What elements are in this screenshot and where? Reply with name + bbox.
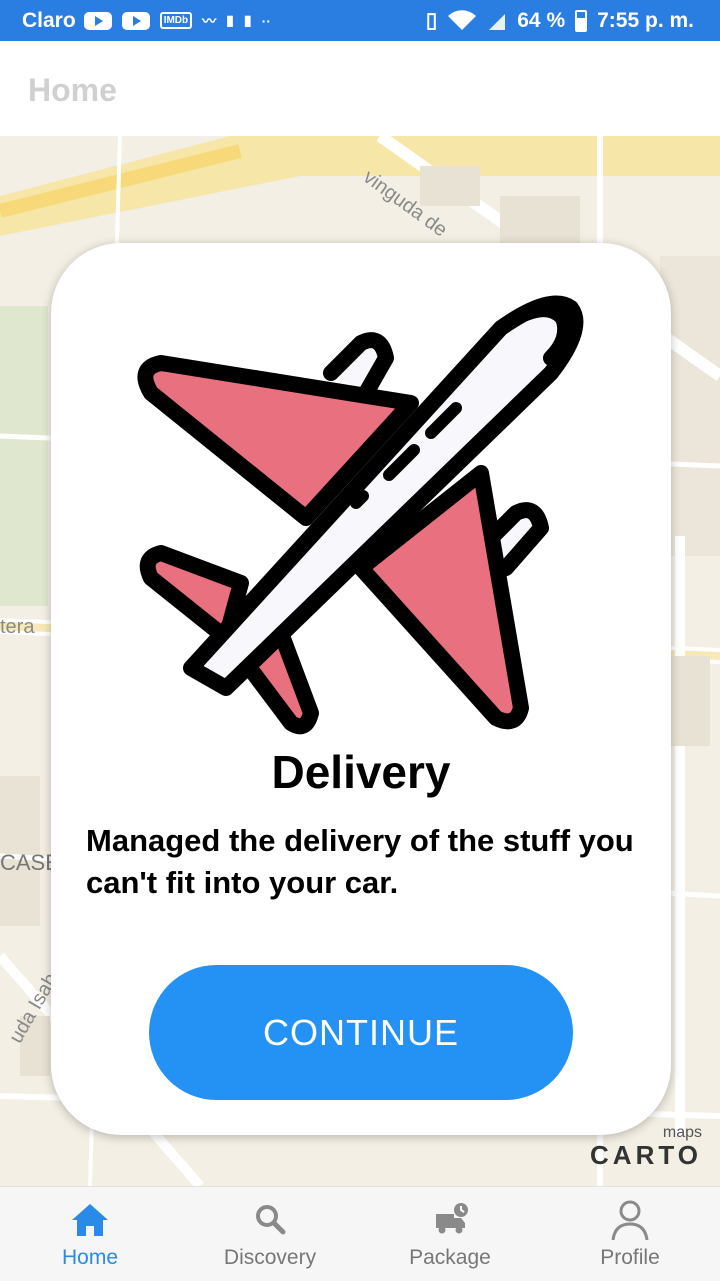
continue-button[interactable]: CONTINUE <box>149 965 573 1100</box>
nav-label-discovery: Discovery <box>223 1246 317 1269</box>
onboarding-card: Delivery Managed the delivery of the stu… <box>51 243 671 1135</box>
nav-item-profile[interactable]: Profile <box>540 1187 720 1281</box>
more-notifications-icon: ·· <box>261 12 271 29</box>
map-street-label: tera <box>0 616 35 638</box>
nba-icon: ▮ <box>243 12 252 28</box>
nav-label-home: Home <box>61 1246 119 1269</box>
nav-item-home[interactable]: Home <box>0 1187 180 1281</box>
youtube-icon <box>83 11 112 30</box>
imdb-icon: IMDb <box>159 12 193 29</box>
clock: 7:55 p. m. <box>597 8 694 32</box>
status-bar: Claro IMDb 〰 ▮ ▮ ·· ▯ 64 % 7:55 p. m. <box>0 0 720 41</box>
app-header: Home <box>0 41 720 136</box>
signal-icon <box>489 13 506 30</box>
nba-icon: ▮ <box>226 12 234 28</box>
notification-icons: IMDb 〰 ▮ ▮ ·· <box>83 11 271 31</box>
card-title: Delivery <box>271 746 451 798</box>
nav-label-package: Package <box>409 1246 491 1269</box>
airplane-icon <box>137 295 584 735</box>
nav-label-profile: Profile <box>600 1246 660 1269</box>
youtube-icon <box>121 11 150 30</box>
page-title: Home <box>28 72 117 108</box>
wifi-icon <box>448 9 477 30</box>
card-description: Managed the delivery of the stuff you ca… <box>86 823 634 900</box>
nav-item-discovery[interactable]: Discovery <box>180 1187 360 1281</box>
battery-percentage: 64 % <box>517 8 566 32</box>
nav-item-package[interactable]: Package <box>360 1187 540 1281</box>
battery-icon <box>575 9 588 32</box>
truck-icon <box>436 1203 468 1234</box>
carrier-name: Claro <box>22 8 76 32</box>
home-icon <box>72 1204 108 1236</box>
activity-icon: 〰 <box>202 12 217 29</box>
bottom-navigation: Home Discovery Package Profile <box>0 1186 720 1281</box>
carto-logo: CARTO <box>590 1140 702 1170</box>
vibrate-icon: ▯ <box>425 9 438 32</box>
person-icon <box>611 1200 649 1241</box>
search-icon <box>256 1205 286 1235</box>
